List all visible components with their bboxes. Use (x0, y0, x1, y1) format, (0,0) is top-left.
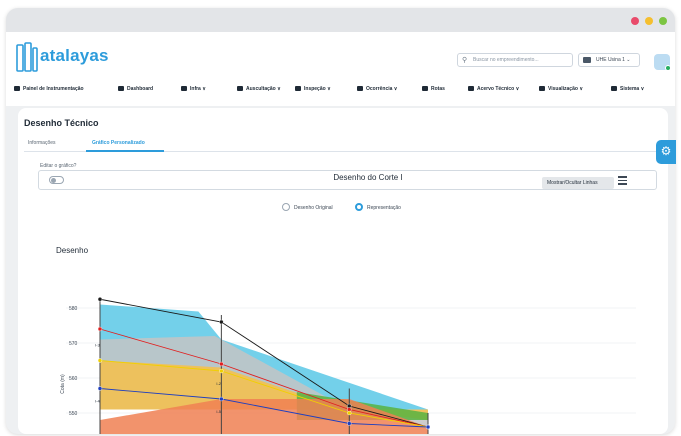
instrument-label: I-3 (95, 343, 100, 348)
level-point (97, 297, 103, 302)
y-tick-label: 560 (69, 376, 78, 382)
level-point (219, 396, 224, 402)
level-point (97, 386, 103, 391)
level-point (425, 424, 431, 430)
cross-section-chart: 580 570 560 550 Cota (m) I-3 I-2 I-4 I-5 (60, 297, 636, 434)
level-point (219, 361, 224, 367)
level-point (347, 410, 352, 416)
y-tick-label: 580 (69, 306, 78, 312)
instrument-label: I-5 (216, 409, 221, 414)
instrument-label: I-2 (216, 381, 221, 386)
level-point (347, 421, 352, 426)
level-point (97, 326, 103, 332)
y-tick-label: 550 (69, 411, 78, 417)
level-point (97, 358, 103, 363)
level-point (219, 319, 224, 325)
level-point (219, 368, 224, 374)
settings-gear-icon[interactable]: ⚙ (656, 140, 676, 164)
y-tick-label: 570 (69, 341, 78, 347)
browser-window: atalayas ⚲ Buscar no empreendimento... U… (6, 8, 675, 434)
instrument-label: I-4 (95, 399, 100, 404)
y-axis-label: Cota (m) (60, 374, 66, 394)
